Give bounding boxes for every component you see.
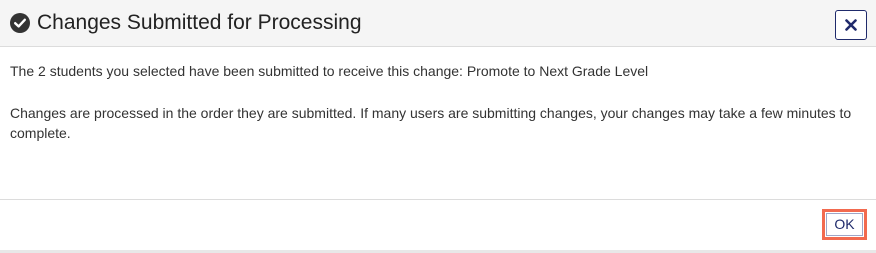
ok-button[interactable]: OK	[826, 213, 863, 236]
dialog-title: Changes Submitted for Processing	[37, 11, 362, 34]
close-icon	[845, 19, 857, 31]
changes-submitted-dialog: Changes Submitted for Processing The 2 s…	[0, 0, 876, 253]
processing-note: Changes are processed in the order they …	[10, 105, 852, 141]
submission-message: The 2 students you selected have been su…	[10, 63, 649, 79]
dialog-header: Changes Submitted for Processing	[0, 0, 876, 47]
check-circle-icon	[10, 13, 30, 33]
close-button[interactable]	[835, 10, 867, 40]
dialog-footer	[0, 199, 876, 250]
